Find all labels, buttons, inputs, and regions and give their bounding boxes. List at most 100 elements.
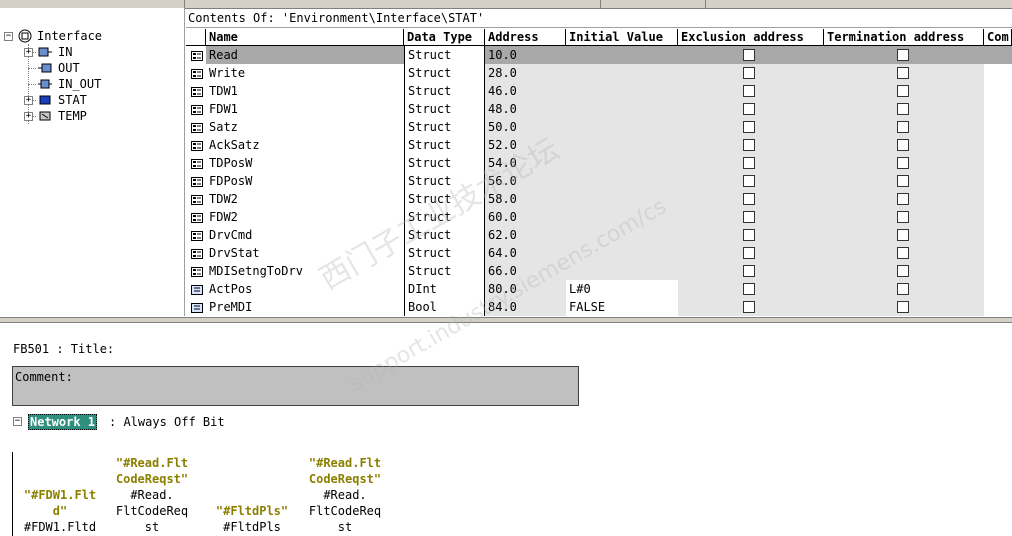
cell-comment[interactable] [984, 298, 1012, 316]
table-row[interactable]: DrvCmd Struct 62.0 [186, 226, 1012, 244]
checkbox[interactable] [743, 229, 755, 241]
cell-name[interactable]: Read [206, 46, 404, 64]
checkbox[interactable] [897, 301, 909, 313]
cell-comment[interactable] [984, 244, 1012, 262]
checkbox[interactable] [743, 193, 755, 205]
table-row[interactable]: FDW2 Struct 60.0 [186, 208, 1012, 226]
cell-initial-value[interactable]: FALSE [566, 298, 678, 316]
network-label[interactable]: Network 1 [28, 414, 98, 430]
checkbox[interactable] [743, 247, 755, 259]
column-header-data-type[interactable]: Data Type [404, 29, 485, 46]
checkbox[interactable] [743, 49, 755, 61]
checkbox[interactable] [743, 175, 755, 187]
cell-data-type[interactable]: Struct [404, 244, 485, 262]
cell-comment[interactable] [984, 226, 1012, 244]
cell-comment[interactable] [984, 208, 1012, 226]
cell-name[interactable]: TDPosW [206, 154, 404, 172]
pane-splitter[interactable] [0, 317, 1012, 323]
cell-name[interactable]: MDISetngToDrv [206, 262, 404, 280]
cell-data-type[interactable]: Struct [404, 262, 485, 280]
checkbox[interactable] [897, 103, 909, 115]
contact-operand-fdw1-fltd[interactable]: "#FDW1.Flt d" #FDW1.Fltd [20, 487, 100, 535]
checkbox[interactable] [897, 175, 909, 187]
column-header-comment[interactable]: Com [984, 29, 1012, 46]
cell-name[interactable]: DrvCmd [206, 226, 404, 244]
checkbox[interactable] [743, 85, 755, 97]
checkbox[interactable] [897, 229, 909, 241]
column-header-initial-value[interactable]: Initial Value [566, 29, 678, 46]
cell-data-type[interactable]: Struct [404, 154, 485, 172]
cell-data-type[interactable]: Struct [404, 190, 485, 208]
checkbox[interactable] [897, 157, 909, 169]
table-row[interactable]: ActPos DInt 80.0 L#0 [186, 280, 1012, 298]
collapse-network-icon[interactable]: − [13, 417, 22, 426]
cell-data-type[interactable]: Struct [404, 136, 485, 154]
cell-comment[interactable] [984, 136, 1012, 154]
cell-name[interactable]: TDW2 [206, 190, 404, 208]
checkbox[interactable] [897, 265, 909, 277]
cell-data-type[interactable]: Struct [404, 46, 485, 64]
column-header-exclusion-address[interactable]: Exclusion address [678, 29, 824, 46]
cell-data-type[interactable]: Struct [404, 64, 485, 82]
checkbox[interactable] [897, 139, 909, 151]
checkbox[interactable] [897, 121, 909, 133]
column-header-address[interactable]: Address [485, 29, 566, 46]
cell-data-type[interactable]: Struct [404, 82, 485, 100]
cell-data-type[interactable]: Struct [404, 226, 485, 244]
cell-name[interactable]: FDW2 [206, 208, 404, 226]
cell-data-type[interactable]: Struct [404, 172, 485, 190]
cell-comment[interactable] [984, 100, 1012, 118]
checkbox[interactable] [897, 49, 909, 61]
collapse-icon[interactable]: − [4, 32, 13, 41]
cell-data-type[interactable]: Struct [404, 118, 485, 136]
expand-temp-icon[interactable]: + [24, 112, 33, 121]
checkbox[interactable] [743, 211, 755, 223]
cell-name[interactable]: AckSatz [206, 136, 404, 154]
cell-name[interactable]: ActPos [206, 280, 404, 298]
checkbox[interactable] [743, 301, 755, 313]
comment-box[interactable]: Comment: [12, 366, 579, 406]
checkbox[interactable] [743, 67, 755, 79]
checkbox[interactable] [743, 121, 755, 133]
cell-comment[interactable] [984, 118, 1012, 136]
checkbox[interactable] [743, 139, 755, 151]
table-row[interactable]: Satz Struct 50.0 [186, 118, 1012, 136]
cell-data-type[interactable]: Struct [404, 100, 485, 118]
cell-name[interactable]: TDW1 [206, 82, 404, 100]
column-header-termination-address[interactable]: Termination address [824, 29, 984, 46]
table-row[interactable]: AckSatz Struct 52.0 [186, 136, 1012, 154]
checkbox[interactable] [743, 265, 755, 277]
cell-data-type[interactable]: Struct [404, 208, 485, 226]
contact-operand-read-fltcodereqst[interactable]: "#Read.Flt CodeReqst" #Read. FltCodeReq … [112, 455, 192, 535]
cell-data-type[interactable]: Bool [404, 298, 485, 316]
checkbox[interactable] [743, 283, 755, 295]
table-row[interactable]: TDPosW Struct 54.0 [186, 154, 1012, 172]
table-row[interactable]: FDW1 Struct 48.0 [186, 100, 1012, 118]
cell-name[interactable]: FDW1 [206, 100, 404, 118]
expand-in-icon[interactable]: + [24, 48, 33, 57]
table-row[interactable]: Write Struct 28.0 [186, 64, 1012, 82]
cell-comment[interactable] [984, 46, 1012, 64]
cell-comment[interactable] [984, 262, 1012, 280]
checkbox[interactable] [897, 67, 909, 79]
cell-comment[interactable] [984, 82, 1012, 100]
table-row[interactable]: Read Struct 10.0 [186, 46, 1012, 64]
cell-comment[interactable] [984, 64, 1012, 82]
checkbox[interactable] [897, 85, 909, 97]
checkbox[interactable] [897, 211, 909, 223]
column-header-name[interactable]: Name [206, 29, 404, 46]
coil-operand-read-fltcodereqst[interactable]: "#Read.Flt CodeReqst" #Read. FltCodeReq … [305, 455, 385, 535]
table-row[interactable]: PreMDI Bool 84.0 FALSE [186, 298, 1012, 316]
cell-comment[interactable] [984, 280, 1012, 298]
expand-stat-icon[interactable]: + [24, 96, 33, 105]
table-row[interactable]: TDW2 Struct 58.0 [186, 190, 1012, 208]
cell-name[interactable]: Satz [206, 118, 404, 136]
cell-name[interactable]: Write [206, 64, 404, 82]
cell-comment[interactable] [984, 172, 1012, 190]
checkbox[interactable] [743, 157, 755, 169]
table-row[interactable]: MDISetngToDrv Struct 66.0 [186, 262, 1012, 280]
cell-name[interactable]: DrvStat [206, 244, 404, 262]
contact-operand-fltdpls[interactable]: "#FltdPls" #FltdPls [212, 503, 292, 535]
cell-initial-value[interactable]: L#0 [566, 280, 678, 298]
checkbox[interactable] [897, 283, 909, 295]
